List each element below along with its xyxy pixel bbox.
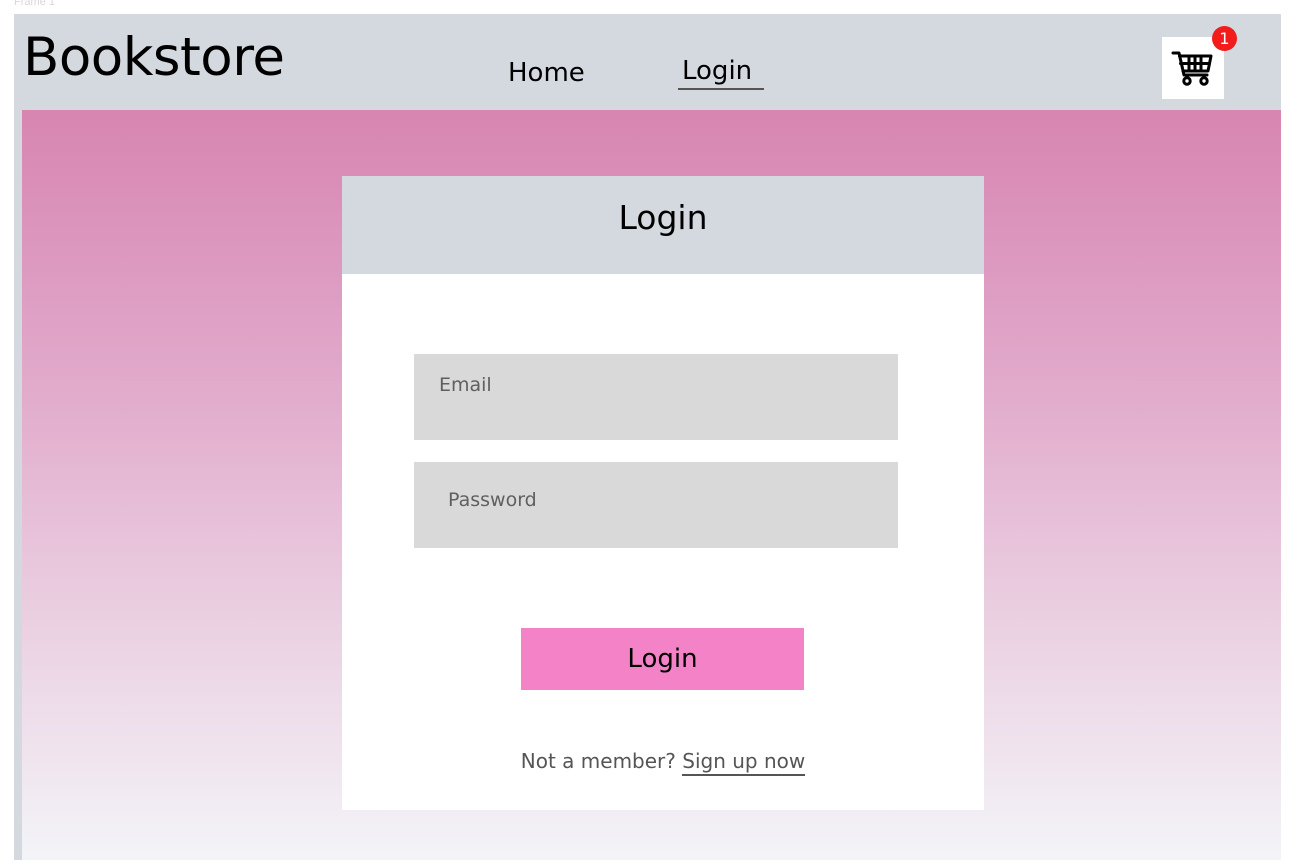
cart-count-badge: 1	[1212, 26, 1237, 51]
password-field[interactable]: Password	[414, 462, 898, 548]
active-nav-underline	[678, 88, 764, 90]
login-card-header: Login	[342, 176, 984, 274]
hero-background: Login Email Password Login Not a member?…	[22, 110, 1281, 860]
frame-label: Frame 1	[14, 0, 55, 8]
login-card: Login Email Password Login Not a member?…	[342, 176, 984, 810]
password-placeholder: Password	[448, 489, 537, 511]
email-placeholder: Email	[439, 374, 492, 396]
signup-link[interactable]: Sign up now	[682, 749, 806, 776]
app-frame: Bookstore Home Login 1 Login Email Passw…	[14, 14, 1281, 860]
email-field[interactable]: Email	[414, 354, 898, 440]
cart-icon	[1171, 51, 1213, 86]
signup-prompt-text: Not a member?	[520, 749, 676, 773]
nav-login-link[interactable]: Login	[682, 56, 752, 86]
signup-prompt-row: Not a member? Sign up now	[342, 748, 984, 776]
nav-home-link[interactable]: Home	[508, 58, 585, 88]
brand-logo-text[interactable]: Bookstore	[23, 28, 285, 88]
login-submit-button[interactable]: Login	[521, 628, 804, 690]
login-card-title: Login	[618, 198, 708, 237]
top-navbar: Bookstore Home Login 1	[14, 14, 1281, 110]
